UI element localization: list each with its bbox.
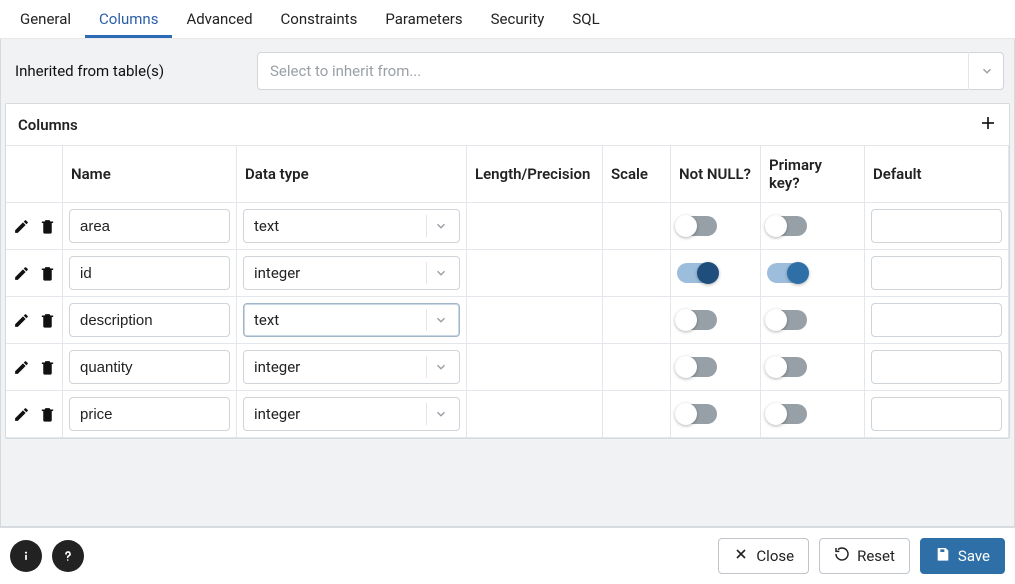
table-row: integer: [6, 344, 1009, 391]
edit-icon[interactable]: [12, 217, 30, 235]
columns-panel: Columns Name Data type Length/Precision …: [5, 103, 1010, 439]
tab-sql[interactable]: SQL: [558, 0, 613, 38]
default-value-input[interactable]: [871, 209, 1002, 243]
not-null-toggle[interactable]: [677, 263, 717, 283]
inherit-select[interactable]: Select to inherit from...: [257, 52, 1004, 90]
column-name-input[interactable]: [69, 397, 230, 431]
columns-grid: Name Data type Length/Precision Scale No…: [6, 146, 1009, 438]
info-button[interactable]: [10, 540, 42, 572]
edit-icon[interactable]: [12, 264, 30, 282]
content-area: Inherited from table(s) Select to inheri…: [0, 39, 1015, 527]
col-header-pk: Primary key?: [761, 146, 865, 203]
add-column-button[interactable]: [979, 114, 997, 135]
data-type-value: integer: [254, 358, 300, 376]
not-null-toggle[interactable]: [677, 216, 717, 236]
save-icon: [935, 546, 951, 566]
primary-key-toggle[interactable]: [767, 357, 807, 377]
chevron-down-icon[interactable]: [426, 403, 454, 425]
data-type-value: text: [254, 311, 279, 329]
primary-key-toggle[interactable]: [767, 404, 807, 424]
not-null-toggle[interactable]: [677, 357, 717, 377]
data-type-value: text: [254, 217, 279, 235]
column-name-input[interactable]: [69, 256, 230, 290]
primary-key-toggle[interactable]: [767, 216, 807, 236]
default-value-input[interactable]: [871, 350, 1002, 384]
col-header-type: Data type: [237, 146, 467, 203]
tab-columns[interactable]: Columns: [85, 0, 172, 38]
col-header-def: Default: [865, 146, 1009, 203]
help-button[interactable]: [52, 540, 84, 572]
col-header-len: Length/Precision: [467, 146, 603, 203]
delete-icon[interactable]: [38, 264, 56, 282]
inherit-row: Inherited from table(s) Select to inheri…: [1, 39, 1014, 103]
tab-parameters[interactable]: Parameters: [371, 0, 476, 38]
inherit-label: Inherited from table(s): [11, 62, 241, 80]
table-row: integer: [6, 391, 1009, 438]
close-icon: [733, 546, 749, 566]
reset-button[interactable]: Reset: [819, 538, 910, 574]
save-button[interactable]: Save: [920, 538, 1005, 574]
column-name-input[interactable]: [69, 303, 230, 337]
data-type-value: integer: [254, 405, 300, 423]
reset-button-label: Reset: [857, 547, 895, 565]
inherit-select-placeholder: Select to inherit from...: [257, 52, 1004, 90]
delete-icon[interactable]: [38, 311, 56, 329]
grid-header-row: Name Data type Length/Precision Scale No…: [6, 146, 1009, 203]
col-header-scale: Scale: [603, 146, 671, 203]
not-null-toggle[interactable]: [677, 310, 717, 330]
data-type-value: integer: [254, 264, 300, 282]
default-value-input[interactable]: [871, 397, 1002, 431]
save-button-label: Save: [958, 547, 990, 565]
column-name-input[interactable]: [69, 209, 230, 243]
chevron-down-icon[interactable]: [426, 309, 454, 331]
chevron-down-icon[interactable]: [426, 215, 454, 237]
delete-icon[interactable]: [38, 217, 56, 235]
primary-key-toggle[interactable]: [767, 310, 807, 330]
edit-icon[interactable]: [12, 311, 30, 329]
not-null-toggle[interactable]: [677, 404, 717, 424]
tabs-bar: General Columns Advanced Constraints Par…: [0, 0, 1015, 39]
tab-security[interactable]: Security: [477, 0, 559, 38]
col-header-name: Name: [63, 146, 237, 203]
columns-panel-header: Columns: [6, 104, 1009, 146]
columns-panel-title: Columns: [18, 116, 78, 134]
default-value-input[interactable]: [871, 256, 1002, 290]
tab-general[interactable]: General: [6, 0, 85, 38]
reset-icon: [834, 546, 850, 566]
table-row: integer: [6, 250, 1009, 297]
chevron-down-icon[interactable]: [968, 52, 1004, 90]
table-row: text: [6, 297, 1009, 344]
col-header-nn: Not NULL?: [671, 146, 761, 203]
close-button[interactable]: Close: [718, 538, 809, 574]
delete-icon[interactable]: [38, 405, 56, 423]
footer: Close Reset Save: [0, 527, 1015, 584]
column-name-input[interactable]: [69, 350, 230, 384]
close-button-label: Close: [756, 547, 794, 565]
chevron-down-icon[interactable]: [426, 262, 454, 284]
default-value-input[interactable]: [871, 303, 1002, 337]
tab-constraints[interactable]: Constraints: [267, 0, 372, 38]
edit-icon[interactable]: [12, 405, 30, 423]
chevron-down-icon[interactable]: [426, 356, 454, 378]
edit-icon[interactable]: [12, 358, 30, 376]
primary-key-toggle[interactable]: [767, 263, 807, 283]
tab-advanced[interactable]: Advanced: [172, 0, 266, 38]
table-row: text: [6, 203, 1009, 250]
delete-icon[interactable]: [38, 358, 56, 376]
